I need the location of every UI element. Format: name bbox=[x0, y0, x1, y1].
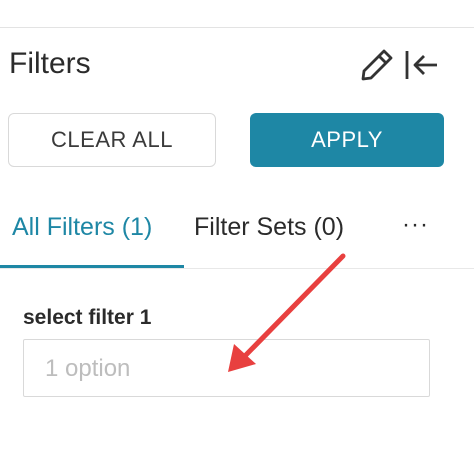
filters-panel: Filters CLEAR ALL APPLY All Filters (1) … bbox=[0, 0, 474, 450]
collapse-left-icon bbox=[405, 51, 437, 79]
apply-button[interactable]: APPLY bbox=[250, 113, 444, 167]
tabs-divider bbox=[0, 268, 474, 269]
clear-all-button[interactable]: CLEAR ALL bbox=[8, 113, 216, 167]
collapse-button[interactable] bbox=[400, 44, 442, 86]
filter-select-placeholder: 1 option bbox=[45, 355, 131, 382]
top-divider bbox=[0, 27, 474, 28]
pencil-icon bbox=[361, 49, 393, 81]
tab-more-menu[interactable]: ··· bbox=[402, 208, 429, 242]
edit-button[interactable] bbox=[356, 44, 398, 86]
filter-label: select filter 1 bbox=[23, 306, 152, 329]
panel-title: Filters bbox=[9, 47, 91, 80]
tab-filter-sets[interactable]: Filter Sets (0) bbox=[194, 210, 344, 244]
filter-select[interactable]: 1 option bbox=[23, 339, 430, 397]
tab-all-filters[interactable]: All Filters (1) bbox=[12, 210, 152, 244]
